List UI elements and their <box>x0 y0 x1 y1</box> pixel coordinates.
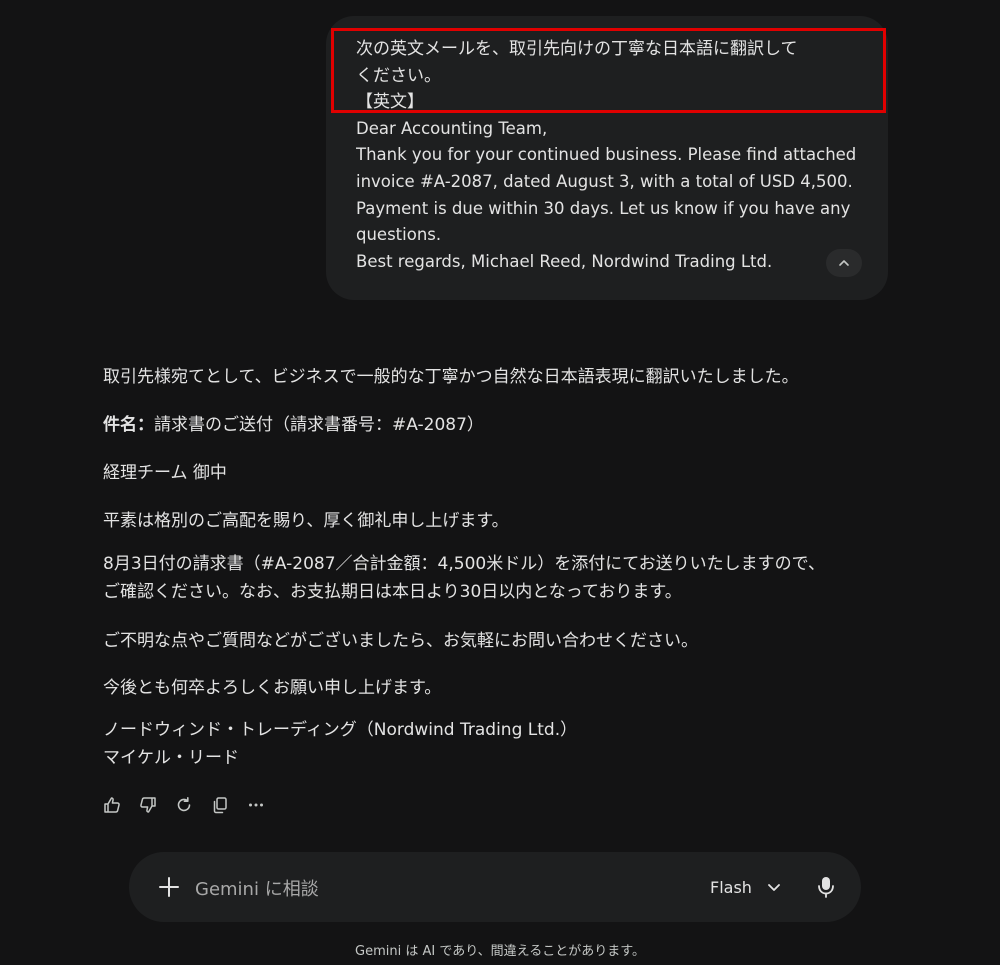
response-closing: 今後とも何卒よろしくお願い申し上げます。 <box>103 678 442 698</box>
thumb-up-button[interactable] <box>100 793 124 817</box>
response-intro: 取引先様宛てとして、ビジネスで一般的な丁寧かつ自然な日本語表現に翻訳いたしました… <box>103 367 799 387</box>
model-selector[interactable]: Flash <box>710 874 782 900</box>
body-line: ご確認ください。なお、お支払期日は本日より30日以内となっております。 <box>103 582 682 602</box>
thumb-up-icon <box>104 797 120 813</box>
disclaimer-text: Gemini は AI であり、間違えることがあります。 <box>355 944 645 959</box>
body-line: 8月3日付の請求書（#A-2087／合計金額：4,500米ドル）を添付にてお送り… <box>103 554 826 574</box>
more-icon <box>249 803 263 807</box>
chevron-down-icon <box>768 884 780 891</box>
user-line: Best regards, Michael Reed, Nordwind Tra… <box>356 251 773 271</box>
user-line: 【英文】 <box>356 92 424 113</box>
more-options-button[interactable] <box>244 793 268 817</box>
signature-name: マイケル・リード <box>103 748 239 768</box>
model-label: Flash <box>710 877 752 897</box>
response-actions <box>100 792 268 818</box>
thumb-down-icon <box>140 797 156 813</box>
plus-icon <box>159 877 179 897</box>
regenerate-icon <box>177 797 191 812</box>
subject-label: 件名： <box>103 415 154 435</box>
user-line: 次の英文メールを、取引先向けの丁寧な日本語に翻訳して <box>356 39 798 59</box>
chevron-up-icon <box>839 260 849 266</box>
add-attachment-button[interactable] <box>155 873 183 901</box>
response-addressee: 経理チーム 御中 <box>103 463 227 483</box>
microphone-button[interactable] <box>813 873 839 901</box>
user-line: questions. <box>356 225 442 245</box>
user-line: ください。 <box>356 65 441 86</box>
user-line: Dear Accounting Team, <box>356 118 548 138</box>
collapse-button[interactable] <box>826 249 862 277</box>
signature-company: ノードウィンド・トレーディング（Nordwind Trading Ltd.） <box>103 720 578 740</box>
response-signature: ノードウィンド・トレーディング（Nordwind Trading Ltd.） マ… <box>103 716 577 772</box>
thumb-down-button[interactable] <box>136 793 160 817</box>
user-message-text: 次の英文メールを、取引先向けの丁寧な日本語に翻訳して ください。 【英文】 De… <box>356 36 861 275</box>
user-line: Payment is due within 30 days. Let us kn… <box>356 198 851 218</box>
regenerate-button[interactable] <box>172 793 196 817</box>
response-subject: 件名：請求書のご送付（請求書番号：#A-2087） <box>103 410 484 435</box>
response-inquiry-paragraph: ご不明な点やご質問などがございましたら、お気軽にお問い合わせください。 <box>103 631 698 651</box>
user-line: invoice #A-2087, dated August 3, with a … <box>356 171 853 191</box>
response-greeting: 平素は格別のご高配を賜り、厚く御礼申し上げます。 <box>103 511 509 531</box>
prompt-input[interactable]: Gemini に相談 <box>195 875 319 901</box>
copy-icon <box>213 797 227 814</box>
copy-button[interactable] <box>208 793 232 817</box>
subject-value: 請求書のご送付（請求書番号：#A-2087） <box>154 415 484 435</box>
chat-page: 次の英文メールを、取引先向けの丁寧な日本語に翻訳して ください。 【英文】 De… <box>0 0 1000 965</box>
microphone-icon <box>818 877 834 898</box>
user-line: Thank you for your continued business. P… <box>356 145 857 165</box>
response-body-paragraph: 8月3日付の請求書（#A-2087／合計金額：4,500米ドル）を添付にてお送り… <box>103 550 825 606</box>
